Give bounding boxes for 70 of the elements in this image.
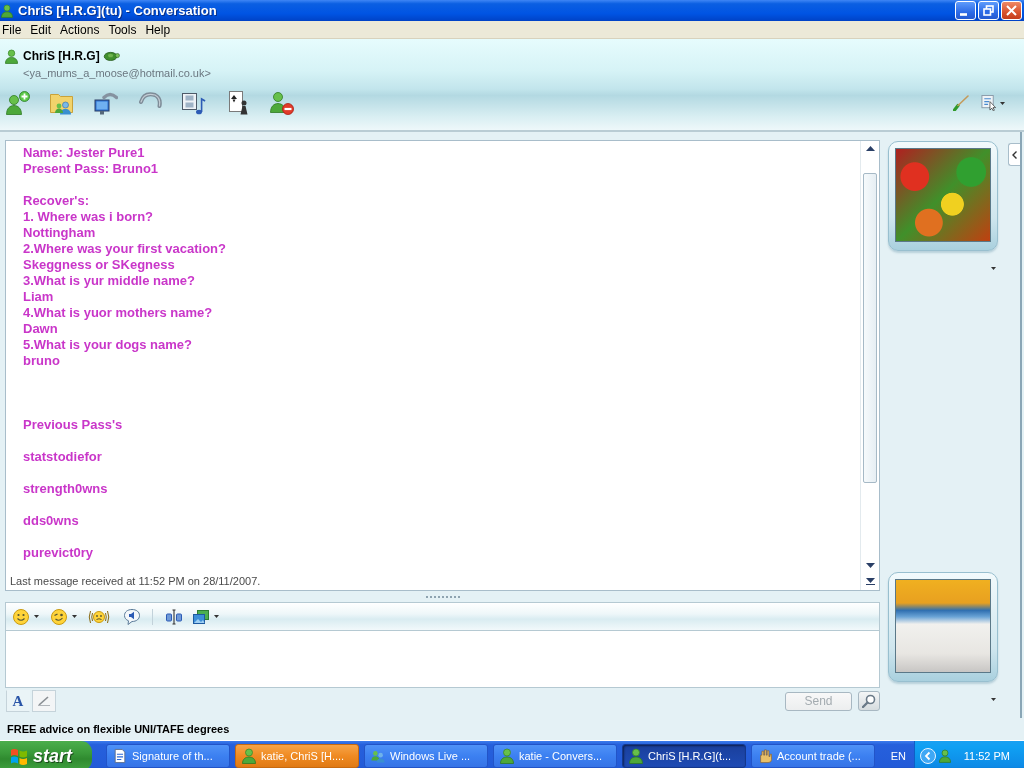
- folder-icon[interactable]: [50, 91, 74, 115]
- text-cursor-icon[interactable]: [166, 608, 182, 625]
- splitter-grip-icon[interactable]: [425, 595, 460, 598]
- scroll-to-end-icon[interactable]: [865, 577, 875, 585]
- window-title: ChriS [H.R.G](tu) - Conversation: [18, 3, 217, 18]
- buddy-icon: [242, 748, 256, 764]
- windows-flag-icon: [10, 747, 28, 765]
- taskbar-button[interactable]: Signature of th...: [106, 744, 230, 768]
- buddies-icon: [371, 748, 385, 764]
- speech-bubble-icon[interactable]: [124, 608, 140, 625]
- close-button[interactable]: [1001, 1, 1022, 20]
- film-music-icon[interactable]: [182, 91, 206, 115]
- caret-icon[interactable]: [991, 697, 996, 701]
- smiley-icon[interactable]: [13, 608, 29, 625]
- chevron-left-icon[interactable]: [920, 748, 936, 764]
- buddy-icon: [629, 748, 643, 764]
- ad-link[interactable]: FREE advice on flexible UNI/TAFE degrees: [7, 723, 230, 735]
- last-message-status: Last message received at 11:52 PM on 28/11/2007.: [10, 575, 261, 587]
- taskbar-button[interactable]: katie - Convers...: [493, 744, 617, 768]
- close-icon: [1006, 5, 1017, 16]
- search-icon: [862, 694, 876, 708]
- taskbar-button[interactable]: ChriS [H.R.G](t...: [622, 744, 746, 768]
- blocked-buddy-icon[interactable]: [270, 91, 294, 115]
- contact-name: ChriS [H.R.G]: [23, 49, 100, 63]
- minimize-icon: [959, 13, 967, 16]
- caret-icon[interactable]: [1000, 101, 1005, 105]
- brush-icon[interactable]: [953, 95, 969, 111]
- search-button[interactable]: [858, 691, 880, 711]
- menu-item[interactable]: Tools: [108, 22, 137, 37]
- scroll-up-icon[interactable]: [865, 146, 875, 151]
- message-text: Name: Jester Pure1 Present Pass: Bruno1 Recover's: 1. Where was i born? Nottingham 2.Where was your first vacation? Skeggness or SKegness 3.What is yur middle name? Liam 4.What is yuor mothers name? Dawn 5.What is your dogs name? bruno Previous Pass's statstodiefor strength0wns dds0wns purevict0ry: [23, 145, 226, 561]
- playing-card-icon[interactable]: [226, 91, 250, 115]
- shaking-face-icon[interactable]: [88, 608, 110, 625]
- text-mode-tab[interactable]: A: [6, 690, 30, 712]
- own-picture-frame[interactable]: [888, 572, 998, 682]
- minimize-button[interactable]: [955, 1, 976, 20]
- collapse-tab[interactable]: [1008, 143, 1020, 166]
- buddy-icon: [1, 3, 13, 18]
- chevron-left-icon: [1012, 150, 1017, 159]
- taskbar-button[interactable]: Account trade (...: [751, 744, 875, 768]
- hand-icon: [758, 748, 772, 764]
- buddy-icon: [5, 48, 18, 64]
- menu-item[interactable]: Actions: [60, 22, 100, 37]
- buddy-plus-icon[interactable]: [6, 91, 30, 115]
- wink-icon[interactable]: [51, 608, 67, 625]
- start-button[interactable]: start: [0, 741, 92, 768]
- scrollbar-thumb[interactable]: [863, 173, 877, 483]
- restore-icon: [983, 5, 994, 16]
- buddy-icon: [500, 748, 514, 764]
- menu-item[interactable]: Edit: [30, 22, 52, 37]
- caret-icon[interactable]: [72, 615, 77, 618]
- message-input-field[interactable]: [5, 630, 880, 688]
- contact-picture-frame[interactable]: [888, 141, 998, 251]
- taskbar-button[interactable]: Windows Live ...: [364, 744, 488, 768]
- caret-icon[interactable]: [991, 266, 996, 270]
- pen-icon: [38, 696, 50, 706]
- menu-item[interactable]: File: [2, 22, 22, 37]
- menu-item[interactable]: Help: [145, 22, 171, 37]
- picture-icon[interactable]: [193, 609, 209, 624]
- video-call-icon[interactable]: [94, 91, 118, 115]
- contact-email: <ya_mums_a_moose@hotmail.co.uk>: [23, 66, 211, 80]
- caret-icon[interactable]: [34, 615, 39, 618]
- document-icon: [113, 748, 127, 764]
- restore-button[interactable]: [978, 1, 999, 20]
- display-settings-icon[interactable]: [981, 95, 997, 111]
- turtle-icon: [102, 51, 120, 61]
- caret-icon[interactable]: [214, 615, 219, 618]
- scroll-down-icon[interactable]: [865, 562, 875, 568]
- clock: 11:52 PM: [963, 750, 1010, 762]
- language-indicator[interactable]: EN: [890, 750, 906, 762]
